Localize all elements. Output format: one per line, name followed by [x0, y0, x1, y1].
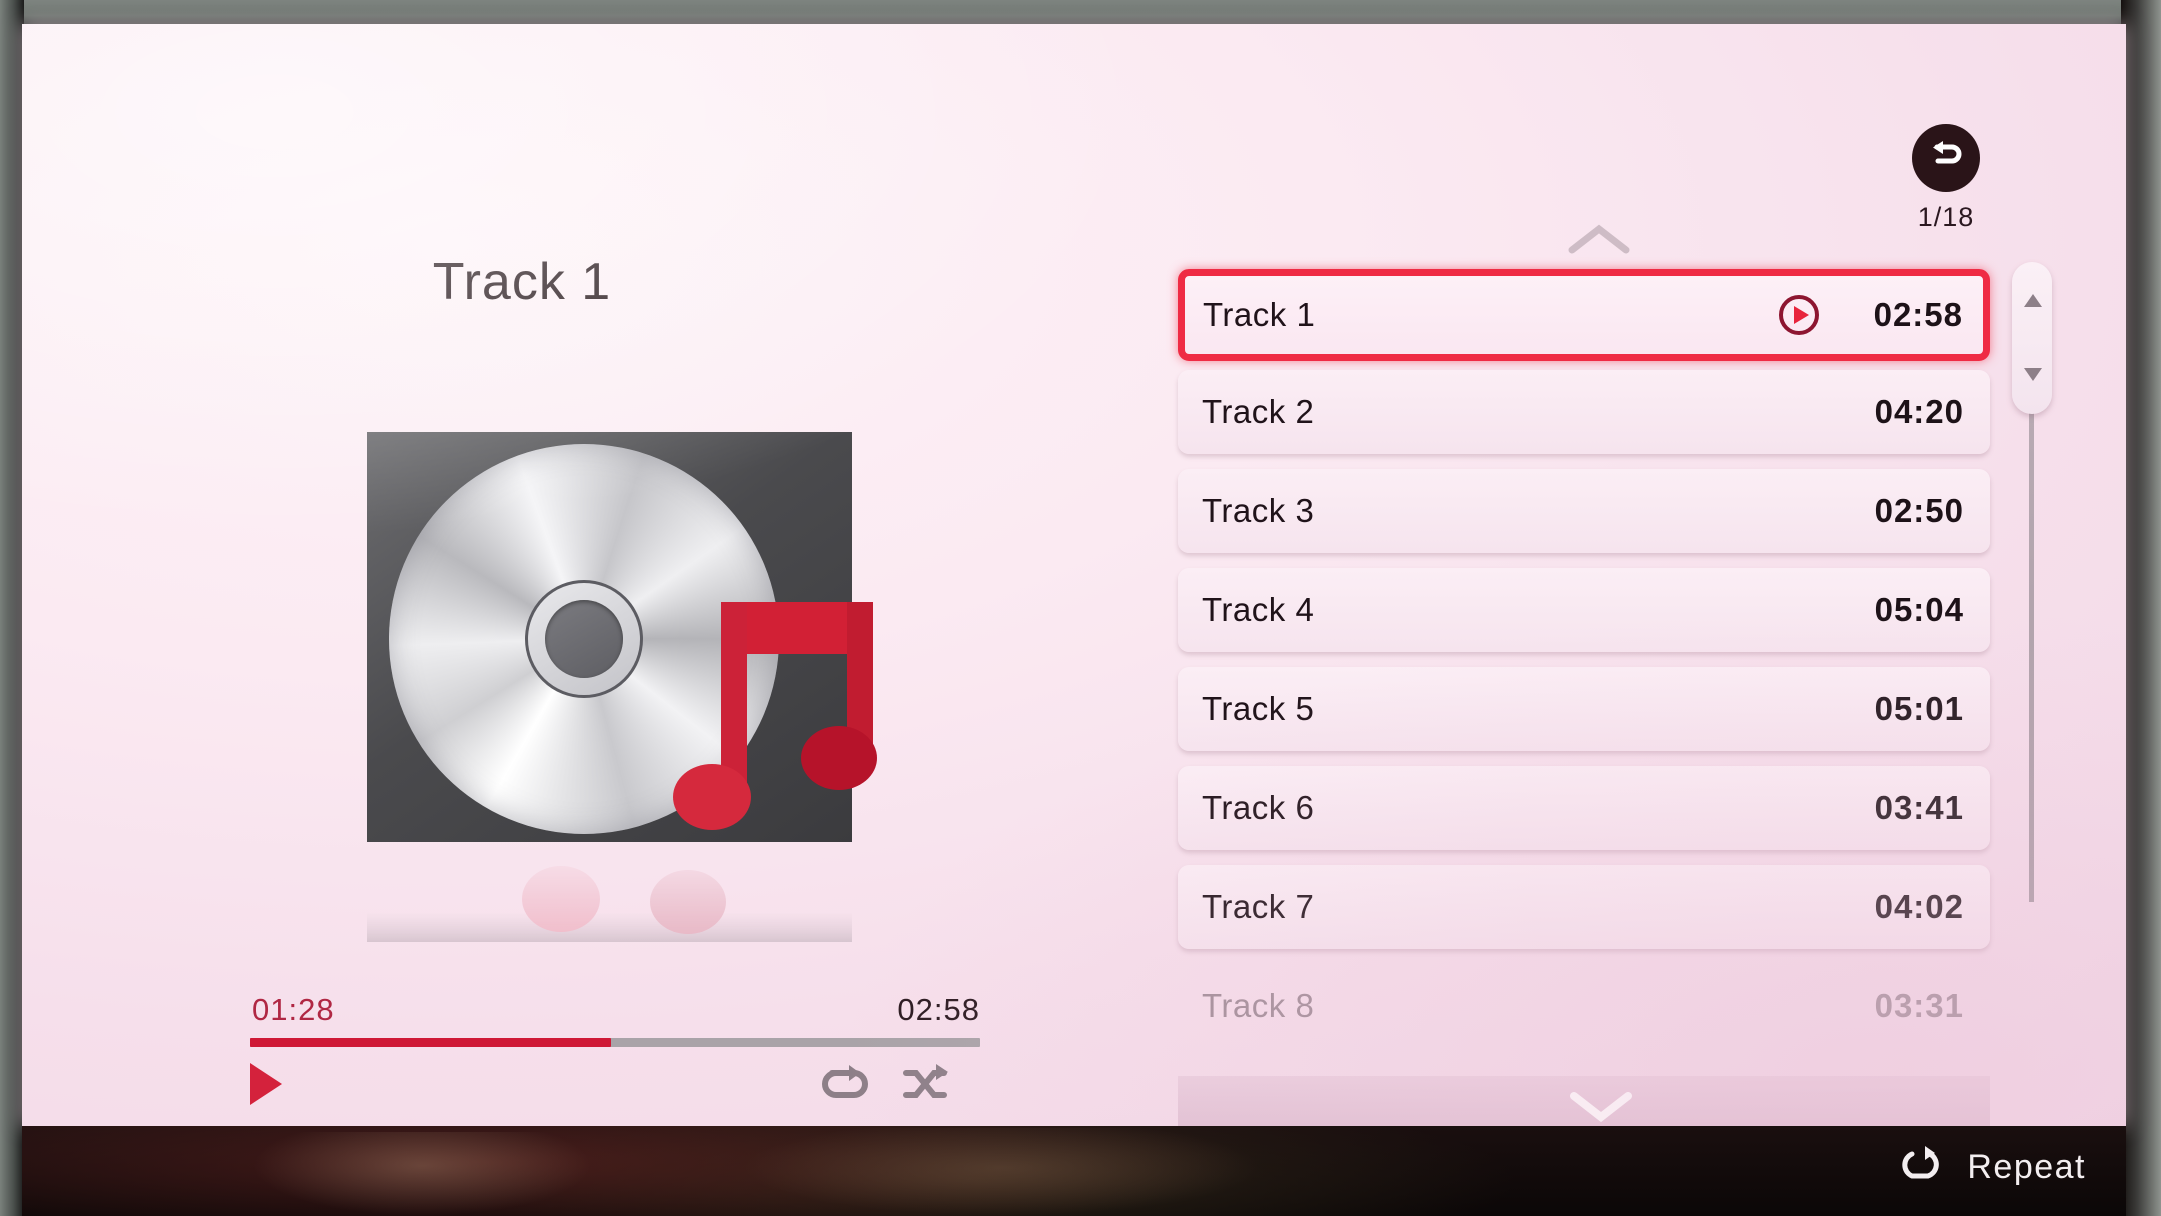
page-counter: 1/18 [1917, 202, 1975, 232]
bezel-left [0, 0, 24, 1216]
playback-buttons-row [250, 1059, 980, 1115]
track-name: Track 6 [1202, 789, 1315, 826]
repeat-status-indicator[interactable]: Repeat [1899, 1144, 2086, 1191]
track-name: Track 1 [1203, 296, 1316, 333]
track-time: 03:31 [1874, 987, 1964, 1024]
bezel-reflection-center [742, 1128, 1262, 1216]
play-circle-icon[interactable] [1777, 293, 1821, 337]
shuffle-icon[interactable] [898, 1061, 952, 1107]
track-time: 02:58 [1873, 296, 1963, 333]
progress-bar[interactable] [250, 1038, 980, 1047]
progress-bar-fill [250, 1038, 612, 1047]
back-button[interactable] [1912, 124, 1980, 192]
reflection-note-right [650, 870, 726, 934]
track-row[interactable]: Track 1 02:58 [1178, 269, 1990, 361]
album-art-reflection [367, 846, 857, 942]
bezel-right [2121, 0, 2161, 1216]
track-time: 04:20 [1874, 393, 1964, 430]
track-name: Track 7 [1202, 888, 1315, 925]
track-name: Track 4 [1202, 591, 1315, 628]
track-name: Track 5 [1202, 690, 1315, 727]
note-head-right [801, 726, 877, 790]
back-arrow-icon [1925, 135, 1967, 182]
track-time: 05:04 [1874, 591, 1964, 628]
track-row[interactable]: Track 5 05:01 [1178, 667, 1990, 751]
track-row[interactable]: Track 3 02:50 [1178, 469, 1990, 553]
album-art [367, 432, 877, 852]
track-row[interactable]: Track 2 04:20 [1178, 370, 1990, 454]
bezel-top [0, 0, 2161, 26]
track-time: 05:01 [1874, 690, 1964, 727]
track-time: 04:02 [1874, 888, 1964, 925]
track-time: 03:41 [1874, 789, 1964, 826]
scroll-down-band[interactable] [1178, 1076, 1990, 1126]
bezel-reflection-left [252, 1132, 592, 1216]
time-row: 01:28 02:58 [250, 992, 980, 1032]
now-playing-title: Track 1 [432, 253, 612, 311]
transport-controls: 01:28 02:58 [250, 992, 980, 1115]
infotainment-screen: Track 1 01:28 02:58 1/18 Track 1 02:58 T… [22, 24, 2126, 1126]
track-name: Track 2 [1202, 393, 1315, 430]
track-list[interactable]: Track 1 02:58 Track 2 04:20 Track 3 02:50 Trac… [1178, 269, 1990, 1063]
device-frame: Track 1 01:28 02:58 1/18 Track 1 02:58 T… [0, 0, 2161, 1216]
repeat-icon[interactable] [818, 1061, 872, 1107]
reflection-note-left [522, 866, 600, 932]
track-row[interactable]: Track 4 05:04 [1178, 568, 1990, 652]
note-head-left [673, 764, 751, 830]
elapsed-time: 01:28 [252, 992, 335, 1027]
bezel-bottom: Repeat [22, 1126, 2126, 1216]
now-playing-panel: Track 1 01:28 02:58 [22, 24, 1152, 1126]
track-name: Track 3 [1202, 492, 1315, 529]
reflection-shade [367, 912, 852, 942]
track-row[interactable]: Track 8 03:31 [1178, 964, 1990, 1048]
repeat-status-label: Repeat [1967, 1148, 2086, 1186]
triangle-down-icon[interactable] [2024, 368, 2042, 381]
play-icon[interactable] [250, 1063, 282, 1105]
track-time: 02:50 [1874, 492, 1964, 529]
track-list-panel: 1/18 Track 1 02:58 Track 2 04:20 Track 3 02:5… [1152, 24, 2126, 1126]
scrollbar[interactable] [2012, 262, 2052, 902]
chevron-down-icon[interactable] [1568, 1088, 1634, 1126]
track-row[interactable]: Track 7 04:02 [1178, 865, 1990, 949]
scrollbar-thumb[interactable] [2012, 262, 2052, 414]
cd-center-hole [545, 600, 623, 678]
track-row[interactable]: Track 6 03:41 [1178, 766, 1990, 850]
music-note-icon [673, 602, 877, 850]
scrollbar-track[interactable] [2029, 372, 2034, 902]
track-name: Track 8 [1202, 987, 1315, 1024]
chevron-up-icon[interactable] [1566, 222, 1632, 261]
total-time: 02:58 [897, 992, 980, 1027]
triangle-up-icon[interactable] [2024, 294, 2042, 307]
repeat-icon [1899, 1144, 1949, 1191]
